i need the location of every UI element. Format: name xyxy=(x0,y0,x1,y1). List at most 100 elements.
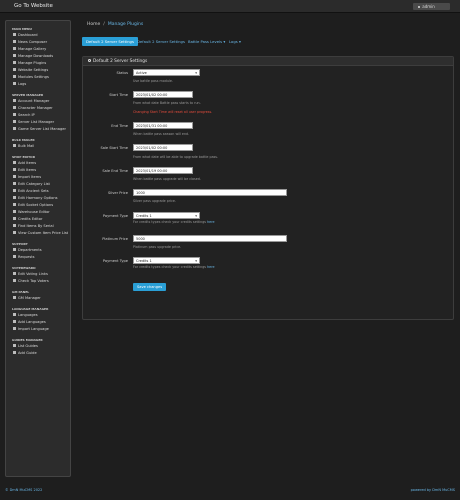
tab-battle-pass-levels[interactable]: Battle Pass Levels ▾ xyxy=(184,37,229,46)
end-time-input[interactable]: 2023/01/31 00:00 xyxy=(133,122,193,129)
sidebar-item-warehouse-editor[interactable]: Warehouse Editor xyxy=(6,209,70,216)
sidebar-item-edit-socket-options[interactable]: Edit Socket Options xyxy=(6,202,70,209)
silver-price-input[interactable]: 1000 xyxy=(133,189,287,196)
sidebar-item-label: Dashboard xyxy=(18,33,38,37)
sidebar-item-gm-manager[interactable]: GM Manager xyxy=(6,295,70,302)
sidebar-item-credits-editor[interactable]: Credits Editor xyxy=(6,216,70,223)
sidebar-item-view-custom-item-price-list[interactable]: View Custom Item Price List xyxy=(6,230,70,237)
sidebar-item-icon xyxy=(13,313,16,316)
credits-settings-link-2[interactable]: here xyxy=(207,265,214,269)
platinum-price-label: Platinum Price xyxy=(102,237,128,241)
sidebar-item-label: Manage Gallery xyxy=(18,47,47,51)
sidebar-item-edit-items[interactable]: Edit Items xyxy=(6,167,70,174)
sidebar-item-icon xyxy=(13,327,16,330)
sidebar-item-edit-voting-links[interactable]: Edit Voting Links xyxy=(6,271,70,278)
sidebar-item-label: Account Manager xyxy=(18,99,50,103)
breadcrumb-home[interactable]: Home xyxy=(87,22,100,27)
sidebar-item-icon xyxy=(13,168,16,171)
sidebar-item-label: Check Top Voters xyxy=(18,279,49,283)
footer-powered-prefix: powered by xyxy=(410,488,432,492)
platinum-price-input[interactable]: 5000 xyxy=(133,235,287,242)
payment-type-2-help-text: For credits types check your credits set… xyxy=(133,265,207,269)
sidebar-item-find-items-by-serial[interactable]: Find Items By Serial xyxy=(6,223,70,230)
sidebar-item-manage-downloads[interactable]: Manage Downloads xyxy=(6,53,70,60)
sidebar-item-languages[interactable]: Languages xyxy=(6,312,70,319)
sidebar-item-add-languages[interactable]: Add Languages xyxy=(6,319,70,326)
sidebar-item-website-settings[interactable]: Website Settings xyxy=(6,67,70,74)
credits-settings-link-1[interactable]: here xyxy=(207,220,214,224)
tab-logs[interactable]: Logs ▾ xyxy=(225,37,245,46)
payment-type-1-select[interactable]: Credits 1 xyxy=(133,212,200,219)
sidebar-item-label: Logs xyxy=(18,82,27,86)
breadcrumb: Home / Manage Plugins xyxy=(87,22,143,27)
sidebar-item-label: Modules Settings xyxy=(18,75,49,79)
tab-battle-pass-levels-label: Battle Pass Levels xyxy=(188,39,223,44)
sidebar-item-add-guide[interactable]: Add Guide xyxy=(6,350,70,357)
sidebar-item-server-list-manager[interactable]: Server List Manager xyxy=(6,119,70,126)
payment-type-1-help: For credits types check your credits set… xyxy=(133,220,215,224)
sidebar-item-search-ip[interactable]: Search IP xyxy=(6,112,70,119)
sidebar-item-label: Edit Category List xyxy=(18,182,50,186)
end-time-label: End Time xyxy=(111,124,128,128)
user-menu-button[interactable]: admin xyxy=(413,3,450,10)
sale-end-input[interactable]: 2023/01/19 00:00 xyxy=(133,167,193,174)
start-time-input[interactable]: 2023/01/02 00:00 xyxy=(133,91,193,98)
go-to-website-link[interactable]: Go To Website xyxy=(14,3,53,9)
sidebar-item-edit-category-list[interactable]: Edit Category List xyxy=(6,181,70,188)
sidebar-item-icon xyxy=(13,344,16,347)
sidebar-item-icon xyxy=(13,231,16,234)
start-time-label: Start Time xyxy=(109,93,128,97)
sidebar-item-icon xyxy=(13,320,16,323)
sidebar-item-import-language[interactable]: Import Language xyxy=(6,326,70,333)
sale-end-help: When battle pass upgrade will be closed. xyxy=(133,177,201,181)
sidebar-item-icon xyxy=(13,248,16,251)
sidebar-item-requests[interactable]: Requests xyxy=(6,254,70,261)
sidebar-item-list-guides[interactable]: List Guides xyxy=(6,343,70,350)
sidebar-item-bulk-mail[interactable]: Bulk Mail xyxy=(6,143,70,150)
sidebar-item-modules-settings[interactable]: Modules Settings xyxy=(6,74,70,81)
status-label: Status xyxy=(116,71,128,75)
sidebar-item-label: List Guides xyxy=(18,344,38,348)
sidebar-item-label: GM Manager xyxy=(18,296,41,300)
sidebar-item-icon xyxy=(13,255,16,258)
sidebar-item-news-composer[interactable]: News Composer xyxy=(6,39,70,46)
tab-default-2-server-settings-alt[interactable]: Default 2 Server Settings xyxy=(133,37,189,46)
sidebar-item-manage-plugins[interactable]: Manage Plugins xyxy=(6,60,70,67)
sidebar-item-departments[interactable]: Departments xyxy=(6,247,70,254)
sidebar-item-icon xyxy=(13,279,16,282)
sidebar-item-label: Find Items By Serial xyxy=(18,224,54,228)
sidebar-item-character-manager[interactable]: Character Manager xyxy=(6,105,70,112)
sidebar-item-icon xyxy=(13,106,16,109)
sidebar-item-label: Add Guide xyxy=(18,351,37,355)
sidebar-item-icon xyxy=(13,120,16,123)
sidebar-item-edit-ancient-sets[interactable]: Edit Ancient Sets xyxy=(6,188,70,195)
tab-default-2-server-settings[interactable]: Default 2 Server Settings xyxy=(82,37,138,46)
tab-logs-label: Logs xyxy=(229,39,238,44)
sidebar-item-manage-gallery[interactable]: Manage Gallery xyxy=(6,46,70,53)
sidebar-item-account-manager[interactable]: Account Manager xyxy=(6,98,70,105)
end-time-help: When battle pass season will end. xyxy=(133,132,190,136)
sidebar-item-icon xyxy=(13,175,16,178)
sidebar-item-label: Warehouse Editor xyxy=(18,210,50,214)
status-select[interactable]: Active xyxy=(133,69,200,76)
sidebar-item-label: Game Server List Manager xyxy=(18,127,66,131)
sidebar-item-add-items[interactable]: Add Items xyxy=(6,160,70,167)
sidebar-item-import-items[interactable]: Import Items xyxy=(6,174,70,181)
save-changes-button[interactable]: Save changes xyxy=(133,283,167,291)
sidebar-item-icon xyxy=(13,68,16,71)
sidebar-item-label: Credits Editor xyxy=(18,217,43,221)
breadcrumb-current[interactable]: Manage Plugins xyxy=(108,22,143,27)
sidebar-item-icon xyxy=(13,82,16,85)
sale-start-label: Sale Start Time xyxy=(100,146,128,150)
breadcrumb-separator: / xyxy=(103,22,105,27)
sidebar-item-check-top-voters[interactable]: Check Top Voters xyxy=(6,278,70,285)
sidebar-item-game-server-list-manager[interactable]: Game Server List Manager xyxy=(6,126,70,133)
sidebar-item-edit-harmony-options[interactable]: Edit Harmony Options xyxy=(6,195,70,202)
sidebar-item-icon xyxy=(13,210,16,213)
footer-powered-link[interactable]: DmN MuCMS xyxy=(432,488,455,492)
sidebar-item-dashboard[interactable]: Dashboard xyxy=(6,32,70,39)
payment-type-2-select[interactable]: Credits 1 xyxy=(133,257,200,264)
sidebar-item-logs[interactable]: Logs xyxy=(6,81,70,88)
user-icon xyxy=(418,5,420,8)
sale-start-input[interactable]: 2023/01/02 00:00 xyxy=(133,144,193,151)
